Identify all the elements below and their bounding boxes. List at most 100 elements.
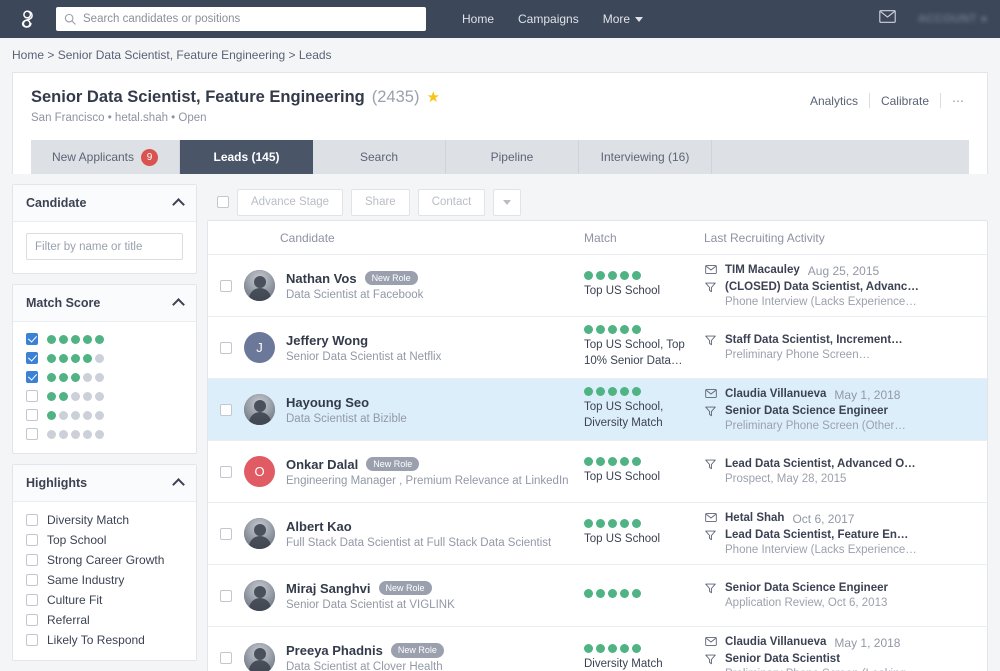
select-all-checkbox[interactable]	[217, 196, 229, 208]
overflow-menu-icon[interactable]: ⋯	[941, 94, 969, 108]
table-row[interactable]: Nathan Vos New Role Data Scientist at Fa…	[208, 255, 987, 317]
row-checkbox[interactable]	[220, 280, 232, 292]
row-checkbox-cell	[208, 342, 244, 354]
more-actions-button[interactable]	[493, 189, 521, 216]
match-score-row[interactable]	[26, 333, 183, 345]
highlight-item-likely-to-respond[interactable]: Likely To Respond	[26, 633, 183, 647]
tab-leads[interactable]: Leads (145)	[180, 140, 313, 174]
activity-date: May 1, 2018	[834, 636, 900, 650]
breadcrumb-home[interactable]: Home	[12, 48, 44, 62]
highlight-checkbox[interactable]	[26, 554, 38, 566]
candidate-name[interactable]: Preeya Phadnis	[286, 643, 383, 658]
activity-recruiter: Claudia Villanueva	[725, 636, 826, 648]
table-row[interactable]: O Onkar Dalal New Role Engineering Manag…	[208, 441, 987, 503]
highlight-item-same-industry[interactable]: Same Industry	[26, 573, 183, 587]
contact-button[interactable]: Contact	[418, 189, 486, 216]
highlight-checkbox[interactable]	[26, 634, 38, 646]
infinity-logo[interactable]	[14, 6, 40, 32]
candidate-panel-header[interactable]: Candidate	[13, 185, 196, 222]
nav-link-home[interactable]: Home	[462, 12, 494, 26]
avatar[interactable]: O	[244, 456, 275, 487]
avatar[interactable]: J	[244, 332, 275, 363]
match-score-checkbox-0[interactable]	[26, 428, 38, 440]
job-meta: San Francisco • hetal.shah • Open	[31, 112, 969, 124]
match-score-panel-header[interactable]: Match Score	[13, 285, 196, 322]
match-score-checkbox-1[interactable]	[26, 409, 38, 421]
share-button[interactable]: Share	[351, 189, 410, 216]
activity-position[interactable]: Lead Data Scientist, Feature En…	[725, 529, 908, 541]
table-row[interactable]: J Jeffery Wong Senior Data Scientist at …	[208, 317, 987, 379]
table-row[interactable]: Albert Kao Full Stack Data Scientist at …	[208, 503, 987, 565]
avatar[interactable]	[244, 580, 275, 611]
match-score-row[interactable]	[26, 390, 183, 402]
activity-position[interactable]: (CLOSED) Data Scientist, Advanc…	[725, 281, 919, 293]
nav-link-campaigns[interactable]: Campaigns	[518, 12, 579, 26]
highlight-checkbox[interactable]	[26, 534, 38, 546]
match-score-row[interactable]	[26, 352, 183, 364]
candidate-name[interactable]: Onkar Dalal	[286, 457, 358, 472]
breadcrumb-position[interactable]: Senior Data Scientist, Feature Engineeri…	[58, 48, 285, 62]
activity-position[interactable]: Senior Data Scientist	[725, 653, 840, 665]
table-row[interactable]: Preeya Phadnis New Role Data Scientist a…	[208, 627, 987, 671]
account-menu[interactable]: ACCOUNT	[918, 13, 986, 25]
avatar[interactable]	[244, 518, 275, 549]
match-score-checkbox-2[interactable]	[26, 390, 38, 402]
row-checkbox[interactable]	[220, 528, 232, 540]
avatar[interactable]	[244, 643, 275, 671]
highlight-checkbox[interactable]	[26, 614, 38, 626]
chevron-up-icon[interactable]	[172, 298, 185, 311]
tab-new-applicants[interactable]: New Applicants 9	[31, 140, 180, 174]
envelope-icon[interactable]	[879, 10, 896, 28]
highlight-item-top-school[interactable]: Top School	[26, 533, 183, 547]
avatar[interactable]	[244, 270, 275, 301]
table-row[interactable]: Hayoung Seo Data Scientist at Bizible To…	[208, 379, 987, 441]
tab-pipeline[interactable]: Pipeline	[446, 140, 579, 174]
match-score-checkbox-4[interactable]	[26, 352, 38, 364]
match-score-row[interactable]	[26, 409, 183, 421]
highlight-checkbox[interactable]	[26, 514, 38, 526]
activity-position[interactable]: Senior Data Science Engineer	[725, 405, 888, 417]
row-checkbox[interactable]	[220, 466, 232, 478]
chevron-up-icon[interactable]	[172, 198, 185, 211]
search-input[interactable]	[83, 13, 418, 25]
star-icon[interactable]: ★	[426, 90, 439, 105]
candidate-filter-input[interactable]	[26, 233, 183, 260]
candidate-name[interactable]: Miraj Sanghvi	[286, 581, 371, 596]
tab-interviewing[interactable]: Interviewing (16)	[579, 140, 712, 174]
row-checkbox[interactable]	[220, 652, 232, 664]
table-row[interactable]: Miraj Sanghvi New Role Senior Data Scien…	[208, 565, 987, 627]
chevron-up-icon[interactable]	[172, 478, 185, 491]
analytics-button[interactable]: Analytics	[799, 94, 869, 108]
match-score-row[interactable]	[26, 428, 183, 440]
advance-stage-button[interactable]: Advance Stage	[237, 189, 343, 216]
nav-link-more[interactable]: More	[603, 12, 643, 26]
candidate-cell: Hayoung Seo Data Scientist at Bizible	[244, 394, 584, 425]
row-checkbox[interactable]	[220, 404, 232, 416]
highlights-panel-header[interactable]: Highlights	[13, 465, 196, 502]
activity-position[interactable]: Senior Data Science Engineer	[725, 582, 888, 594]
calibrate-button[interactable]: Calibrate	[870, 94, 940, 108]
candidate-name[interactable]: Hayoung Seo	[286, 395, 369, 410]
activity-status: Prospect, May 28, 2015	[704, 473, 963, 485]
avatar[interactable]	[244, 394, 275, 425]
match-score-checkbox-3[interactable]	[26, 371, 38, 383]
highlight-item-strong-career-growth[interactable]: Strong Career Growth	[26, 553, 183, 567]
highlight-checkbox[interactable]	[26, 594, 38, 606]
highlight-item-culture-fit[interactable]: Culture Fit	[26, 593, 183, 607]
match-score-checkbox-5[interactable]	[26, 333, 38, 345]
highlight-item-diversity-match[interactable]: Diversity Match	[26, 513, 183, 527]
candidate-name[interactable]: Albert Kao	[286, 519, 352, 534]
global-search-box[interactable]	[56, 7, 426, 31]
row-checkbox[interactable]	[220, 590, 232, 602]
candidates-table: Candidate Match Last Recruiting Activity…	[207, 220, 988, 671]
activity-position[interactable]: Lead Data Scientist, Advanced O…	[725, 458, 916, 470]
table-header-row: Candidate Match Last Recruiting Activity	[208, 221, 987, 255]
highlight-checkbox[interactable]	[26, 574, 38, 586]
candidate-name[interactable]: Nathan Vos	[286, 271, 357, 286]
activity-position[interactable]: Staff Data Scientist, Increment…	[725, 334, 903, 346]
highlight-item-referral[interactable]: Referral	[26, 613, 183, 627]
candidate-name[interactable]: Jeffery Wong	[286, 333, 368, 348]
row-checkbox[interactable]	[220, 342, 232, 354]
tab-search[interactable]: Search	[313, 140, 446, 174]
match-score-row[interactable]	[26, 371, 183, 383]
